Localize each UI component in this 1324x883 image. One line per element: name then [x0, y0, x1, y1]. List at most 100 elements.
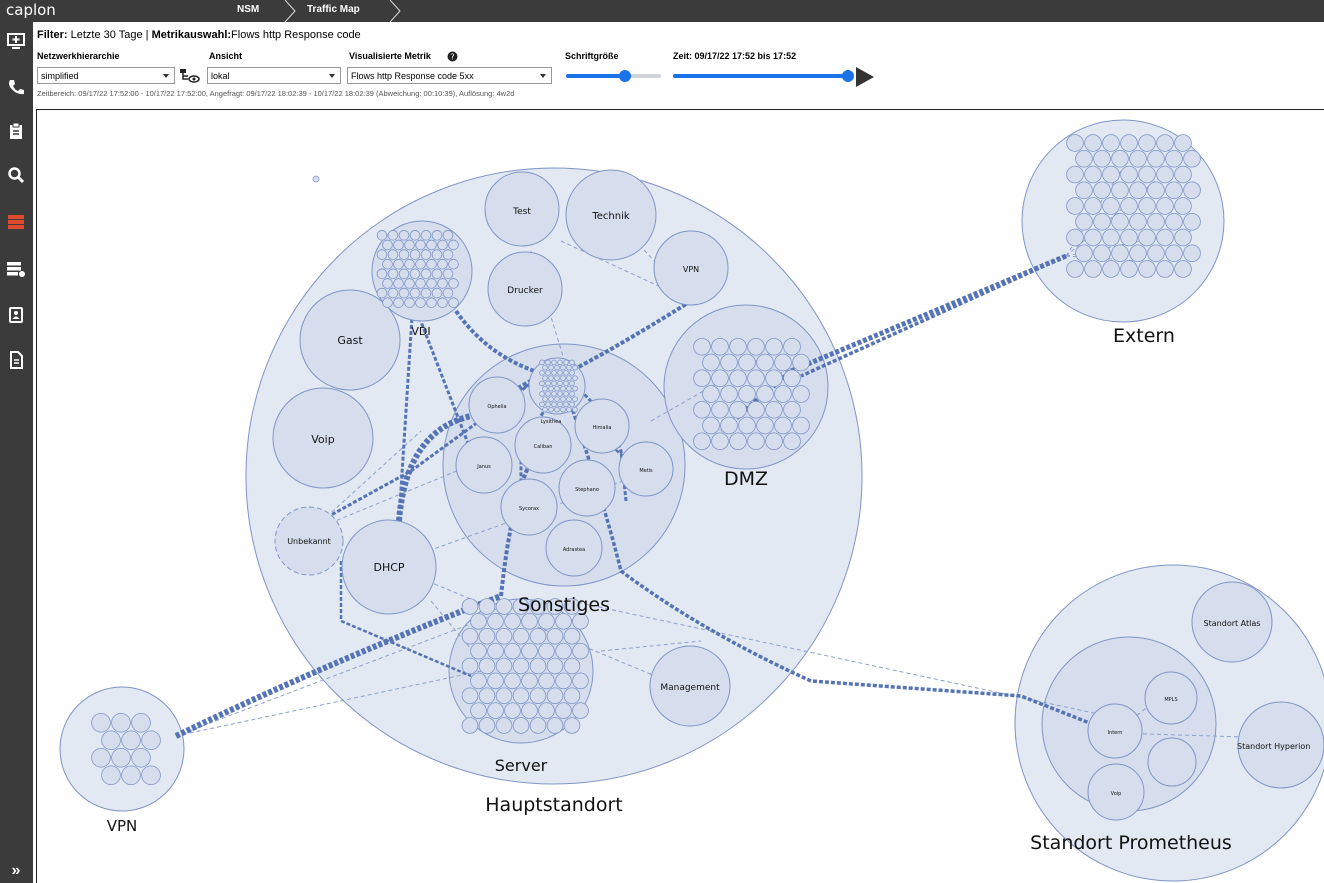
host-node[interactable] [461, 657, 479, 675]
host-node[interactable] [1156, 134, 1174, 152]
time-slider[interactable] [673, 70, 854, 82]
host-node[interactable] [551, 391, 557, 397]
host-node[interactable] [711, 337, 729, 356]
host-node[interactable] [478, 687, 496, 705]
host-node[interactable] [442, 230, 454, 241]
host-node[interactable] [409, 287, 421, 299]
hierarchy-view-icon[interactable] [179, 67, 201, 85]
host-node[interactable] [495, 598, 513, 615]
host-node[interactable] [529, 687, 547, 705]
host-node[interactable] [512, 687, 530, 705]
host-node[interactable] [131, 712, 151, 733]
host-node[interactable] [563, 627, 581, 645]
host-node[interactable] [538, 672, 555, 690]
host-node[interactable] [404, 297, 415, 308]
host-node[interactable] [783, 337, 801, 356]
host-node[interactable] [1111, 181, 1129, 200]
host-node[interactable] [729, 432, 747, 451]
host-node[interactable] [470, 672, 487, 690]
host-node[interactable] [448, 239, 459, 251]
host-node[interactable] [141, 765, 161, 786]
host-node[interactable] [512, 717, 530, 734]
host-node[interactable] [563, 359, 569, 366]
host-node[interactable] [765, 432, 783, 451]
host-node[interactable] [1156, 197, 1174, 215]
host-node[interactable] [1174, 197, 1192, 215]
host-node[interactable] [560, 364, 566, 371]
host-node[interactable] [1147, 244, 1165, 263]
host-node[interactable] [478, 717, 496, 734]
host-node[interactable] [572, 396, 578, 402]
host-node[interactable] [563, 370, 569, 376]
expand-sidebar-icon[interactable]: » [5, 860, 27, 882]
host-node[interactable] [548, 385, 554, 392]
host-node[interactable] [1120, 134, 1138, 152]
host-node[interactable] [487, 672, 504, 690]
host-node[interactable] [398, 249, 410, 260]
view-select[interactable]: lokal [207, 67, 341, 84]
host-node[interactable] [431, 249, 443, 260]
host-node[interactable] [1066, 165, 1084, 184]
host-node[interactable] [415, 297, 426, 308]
host-node[interactable] [555, 702, 572, 719]
host-node[interactable] [783, 432, 801, 451]
host-node[interactable] [376, 249, 388, 260]
host-node[interactable] [572, 375, 578, 381]
host-node[interactable] [1102, 260, 1120, 278]
host-node[interactable] [1156, 260, 1174, 278]
host-node[interactable] [546, 687, 564, 705]
hierarchy-select[interactable]: simplified [37, 67, 175, 84]
host-node[interactable] [101, 730, 121, 751]
host-node[interactable] [557, 370, 563, 376]
host-node[interactable] [1183, 212, 1201, 231]
host-node[interactable] [756, 385, 774, 403]
host-node[interactable] [566, 375, 572, 381]
host-node[interactable] [545, 391, 551, 397]
host-node[interactable] [566, 364, 572, 371]
host-node[interactable] [1120, 197, 1138, 215]
host-node[interactable] [569, 401, 575, 408]
host-node[interactable] [91, 712, 111, 733]
host-node[interactable] [387, 230, 399, 241]
host-node[interactable] [747, 400, 765, 419]
host-node[interactable] [398, 287, 410, 299]
host-node[interactable] [404, 239, 415, 251]
host-node[interactable] [546, 627, 564, 645]
cluster-server[interactable] [461, 598, 589, 734]
host-node[interactable] [1102, 197, 1120, 215]
host-node[interactable] [702, 416, 720, 435]
host-node[interactable] [569, 380, 575, 387]
host-node[interactable] [111, 712, 131, 733]
server-settings-icon[interactable] [5, 258, 27, 280]
host-node[interactable] [747, 432, 765, 451]
host-node[interactable] [470, 642, 487, 660]
host-node[interactable] [711, 432, 729, 451]
host-node[interactable] [538, 702, 555, 719]
host-node[interactable] [529, 627, 547, 645]
host-node[interactable] [563, 717, 581, 734]
host-node[interactable] [557, 391, 563, 397]
host-node[interactable] [415, 239, 426, 251]
host-node[interactable] [560, 396, 566, 402]
host-node[interactable] [1084, 260, 1102, 278]
host-node[interactable] [409, 230, 421, 241]
contact-card-icon[interactable] [5, 304, 27, 326]
host-node[interactable] [431, 268, 443, 280]
host-node[interactable] [554, 385, 560, 392]
host-node[interactable] [1120, 165, 1138, 184]
host-node[interactable] [545, 370, 551, 376]
host-node[interactable] [437, 258, 448, 270]
host-node[interactable] [495, 627, 513, 645]
host-node[interactable] [404, 258, 415, 270]
host-node[interactable] [765, 400, 783, 419]
host-node[interactable] [393, 258, 404, 270]
host-node[interactable] [545, 359, 551, 366]
host-node[interactable] [572, 364, 578, 371]
host-node[interactable] [495, 657, 513, 675]
host-node[interactable] [426, 297, 437, 308]
host-node[interactable] [539, 370, 545, 376]
host-node[interactable] [548, 396, 554, 402]
host-node[interactable] [548, 364, 554, 371]
host-node[interactable] [563, 380, 569, 387]
font-size-slider[interactable] [566, 70, 661, 82]
